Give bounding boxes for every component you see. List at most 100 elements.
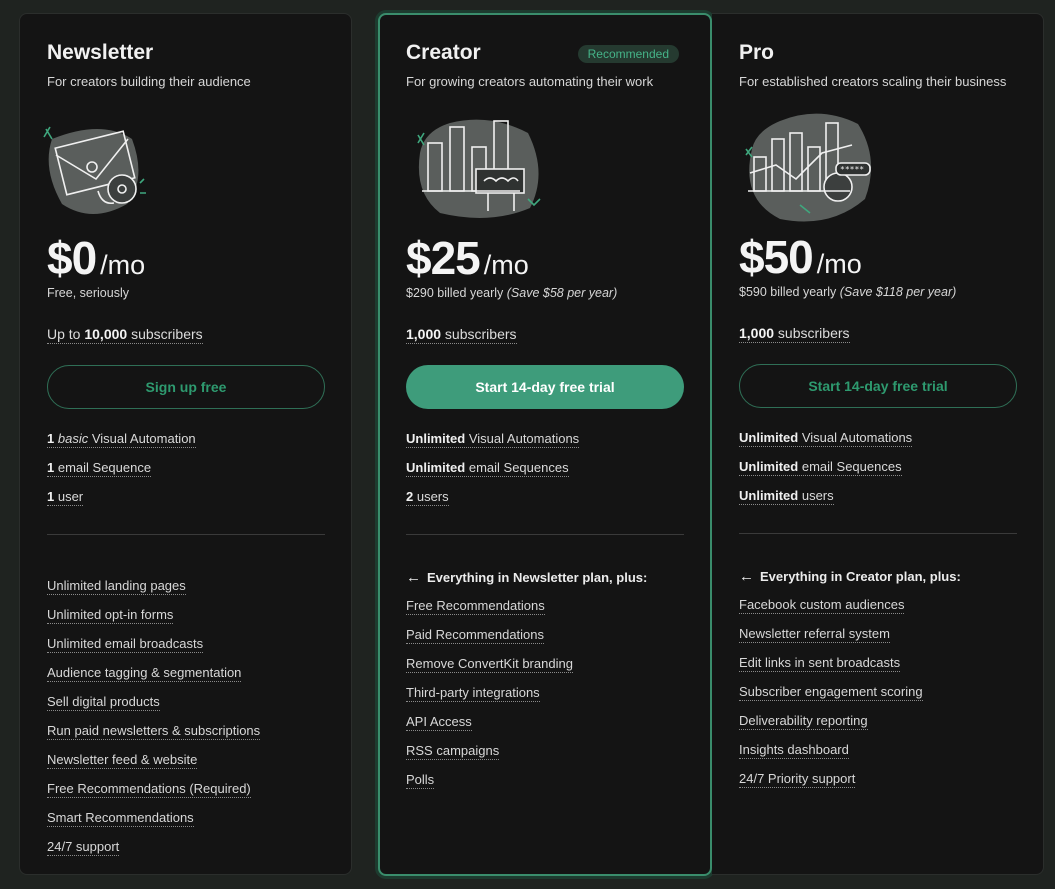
billing-text: $290 billed yearly — [406, 286, 507, 300]
extra-feature-item[interactable]: Run paid newsletters & subscriptions — [47, 723, 261, 752]
subscriber-limit[interactable]: 1,000 subscribers — [739, 325, 850, 343]
subs-suffix: subscribers — [441, 326, 517, 342]
feature-text: users — [798, 488, 834, 503]
feature-item[interactable]: 1 user — [47, 489, 196, 518]
sign-up-free-button[interactable]: Sign up free — [47, 365, 325, 409]
start-trial-button[interactable]: Start 14-day free trial — [406, 365, 684, 409]
extra-feature-item[interactable]: Insights dashboard — [739, 742, 961, 771]
extra-feature-item[interactable]: Smart Recommendations — [47, 810, 260, 839]
feature-item[interactable]: 1 email Sequence — [47, 460, 196, 489]
extra-feature-label: Facebook custom audiences — [739, 597, 905, 614]
extra-feature-label: Insights dashboard — [739, 742, 849, 759]
core-features: 1 basic Visual Automation 1 email Sequen… — [47, 431, 196, 518]
subs-count: 1,000 — [739, 325, 775, 341]
extra-feature-label: 24/7 support — [47, 839, 120, 856]
feature-item[interactable]: 2 users — [406, 489, 579, 518]
extra-feature-label: API Access — [406, 714, 472, 731]
extra-feature-label: Unlimited landing pages — [47, 578, 186, 595]
subs-suffix: subscribers — [127, 326, 203, 342]
price-period: /mo — [100, 250, 146, 280]
extra-feature-label: Sell digital products — [47, 694, 160, 711]
price: $25/mo — [406, 231, 529, 285]
subs-suffix: subscribers — [774, 325, 850, 341]
extra-feature-item[interactable]: Free Recommendations — [406, 598, 647, 627]
plan-title: Newsletter — [47, 41, 154, 64]
extra-feature-item[interactable]: Newsletter feed & website — [47, 752, 260, 781]
extra-feature-item[interactable]: 24/7 Priority support — [739, 771, 961, 800]
svg-text:*****: ***** — [840, 165, 864, 174]
extra-feature-label: Newsletter feed & website — [47, 752, 198, 769]
recommended-badge: Recommended — [577, 45, 679, 63]
extra-feature-item[interactable]: RSS campaigns — [406, 743, 647, 772]
subs-prefix: Up to — [47, 326, 85, 342]
bar-chart-illustration-icon — [417, 119, 541, 218]
feature-text: user — [54, 489, 84, 504]
plan-subtitle: For creators building their audience — [47, 74, 251, 89]
plan-card-pro: Pro For established creators scaling the… — [712, 13, 1044, 875]
extra-feature-item[interactable]: Deliverability reporting — [739, 713, 961, 742]
extra-feature-item[interactable]: Unlimited opt-in forms — [47, 607, 260, 636]
plan-title: Creator — [406, 41, 481, 64]
extra-feature-item[interactable]: Polls — [406, 772, 647, 801]
price: $50/mo — [739, 230, 862, 284]
feature-text: email Sequences — [798, 459, 902, 474]
extra-feature-item[interactable]: 24/7 support — [47, 839, 260, 868]
extra-feature-item[interactable]: Unlimited landing pages — [47, 578, 260, 607]
start-trial-button[interactable]: Start 14-day free trial — [739, 364, 1017, 408]
billing-note: $290 billed yearly (Save $58 per year) — [406, 286, 617, 300]
feature-item[interactable]: Unlimited Visual Automations — [406, 431, 580, 460]
billing-note: $590 billed yearly (Save $118 per year) — [739, 285, 956, 299]
divider — [406, 534, 684, 535]
extra-feature-item[interactable]: Remove ConvertKit branding — [406, 656, 647, 685]
feature-bold: Unlimited — [406, 431, 466, 446]
arrow-left-icon: ← — [406, 569, 421, 586]
billing-save: (Save $58 per year) — [506, 286, 618, 300]
extra-feature-label: Paid Recommendations — [406, 627, 545, 644]
extra-feature-item[interactable]: Subscriber engagement scoring — [739, 684, 961, 713]
extra-feature-label: Free Recommendations (Required) — [47, 781, 251, 798]
arrow-left-icon: ← — [739, 568, 754, 585]
divider — [47, 534, 325, 535]
plan-card-creator: Creator Recommended For growing creators… — [378, 13, 712, 876]
feature-text: email Sequences — [465, 460, 569, 475]
feature-item[interactable]: Unlimited email Sequences — [406, 460, 579, 489]
feature-item[interactable]: Unlimited email Sequences — [739, 459, 912, 488]
extra-feature-item[interactable]: API Access — [406, 714, 647, 743]
price-amount: $0 — [47, 232, 97, 284]
feature-italic: basic — [57, 431, 89, 446]
subscriber-limit[interactable]: 1,000 subscribers — [406, 326, 517, 344]
extra-feature-item[interactable]: Newsletter referral system — [739, 626, 961, 655]
extra-feature-item[interactable]: Sell digital products — [47, 694, 260, 723]
extra-feature-label: Deliverability reporting — [739, 713, 868, 730]
extra-feature-item[interactable]: Facebook custom audiences — [739, 597, 961, 626]
extra-feature-item[interactable]: Unlimited email broadcasts — [47, 636, 260, 665]
feature-bold: Unlimited — [406, 460, 466, 475]
price-period: /mo — [483, 250, 529, 280]
extra-feature-label: Audience tagging & segmentation — [47, 665, 242, 682]
extra-feature-label: Newsletter referral system — [739, 626, 890, 643]
extra-feature-item[interactable]: Audience tagging & segmentation — [47, 665, 260, 694]
extra-feature-label: Polls — [406, 772, 435, 789]
plan-title: Pro — [739, 41, 775, 64]
feature-bold: Unlimited — [739, 488, 799, 503]
extra-features: ← Everything in Newsletter plan, plus: Fr… — [406, 569, 647, 801]
subscriber-limit[interactable]: Up to 10,000 subscribers — [47, 326, 203, 344]
extra-feature-item[interactable]: Edit links in sent broadcasts — [739, 655, 961, 684]
feature-item[interactable]: Unlimited Visual Automations — [739, 430, 913, 459]
extra-feature-label: Smart Recommendations — [47, 810, 194, 827]
feature-item[interactable]: 1 basic Visual Automation — [47, 431, 196, 460]
extra-feature-label: Remove ConvertKit branding — [406, 656, 573, 673]
feature-item[interactable]: Unlimited users — [739, 488, 912, 517]
extras-heading: ← Everything in Creator plan, plus: — [739, 568, 961, 597]
price-amount: $25 — [406, 232, 481, 284]
plan-subtitle: For growing creators automating their wo… — [406, 74, 654, 89]
extra-feature-label: Third-party integrations — [406, 685, 540, 702]
extras-heading-text: Everything in Creator plan, plus: — [760, 569, 961, 584]
extras-heading-text: Everything in Newsletter plan, plus: — [427, 570, 648, 585]
feature-text: users — [413, 489, 449, 504]
core-features: Unlimited Visual Automations Unlimited e… — [406, 431, 580, 518]
extra-feature-item[interactable]: Free Recommendations (Required) — [47, 781, 260, 810]
extra-feature-item[interactable]: Paid Recommendations — [406, 627, 647, 656]
extra-features: ← Everything in Creator plan, plus: Faceb… — [739, 568, 961, 800]
extra-feature-item[interactable]: Third-party integrations — [406, 685, 647, 714]
